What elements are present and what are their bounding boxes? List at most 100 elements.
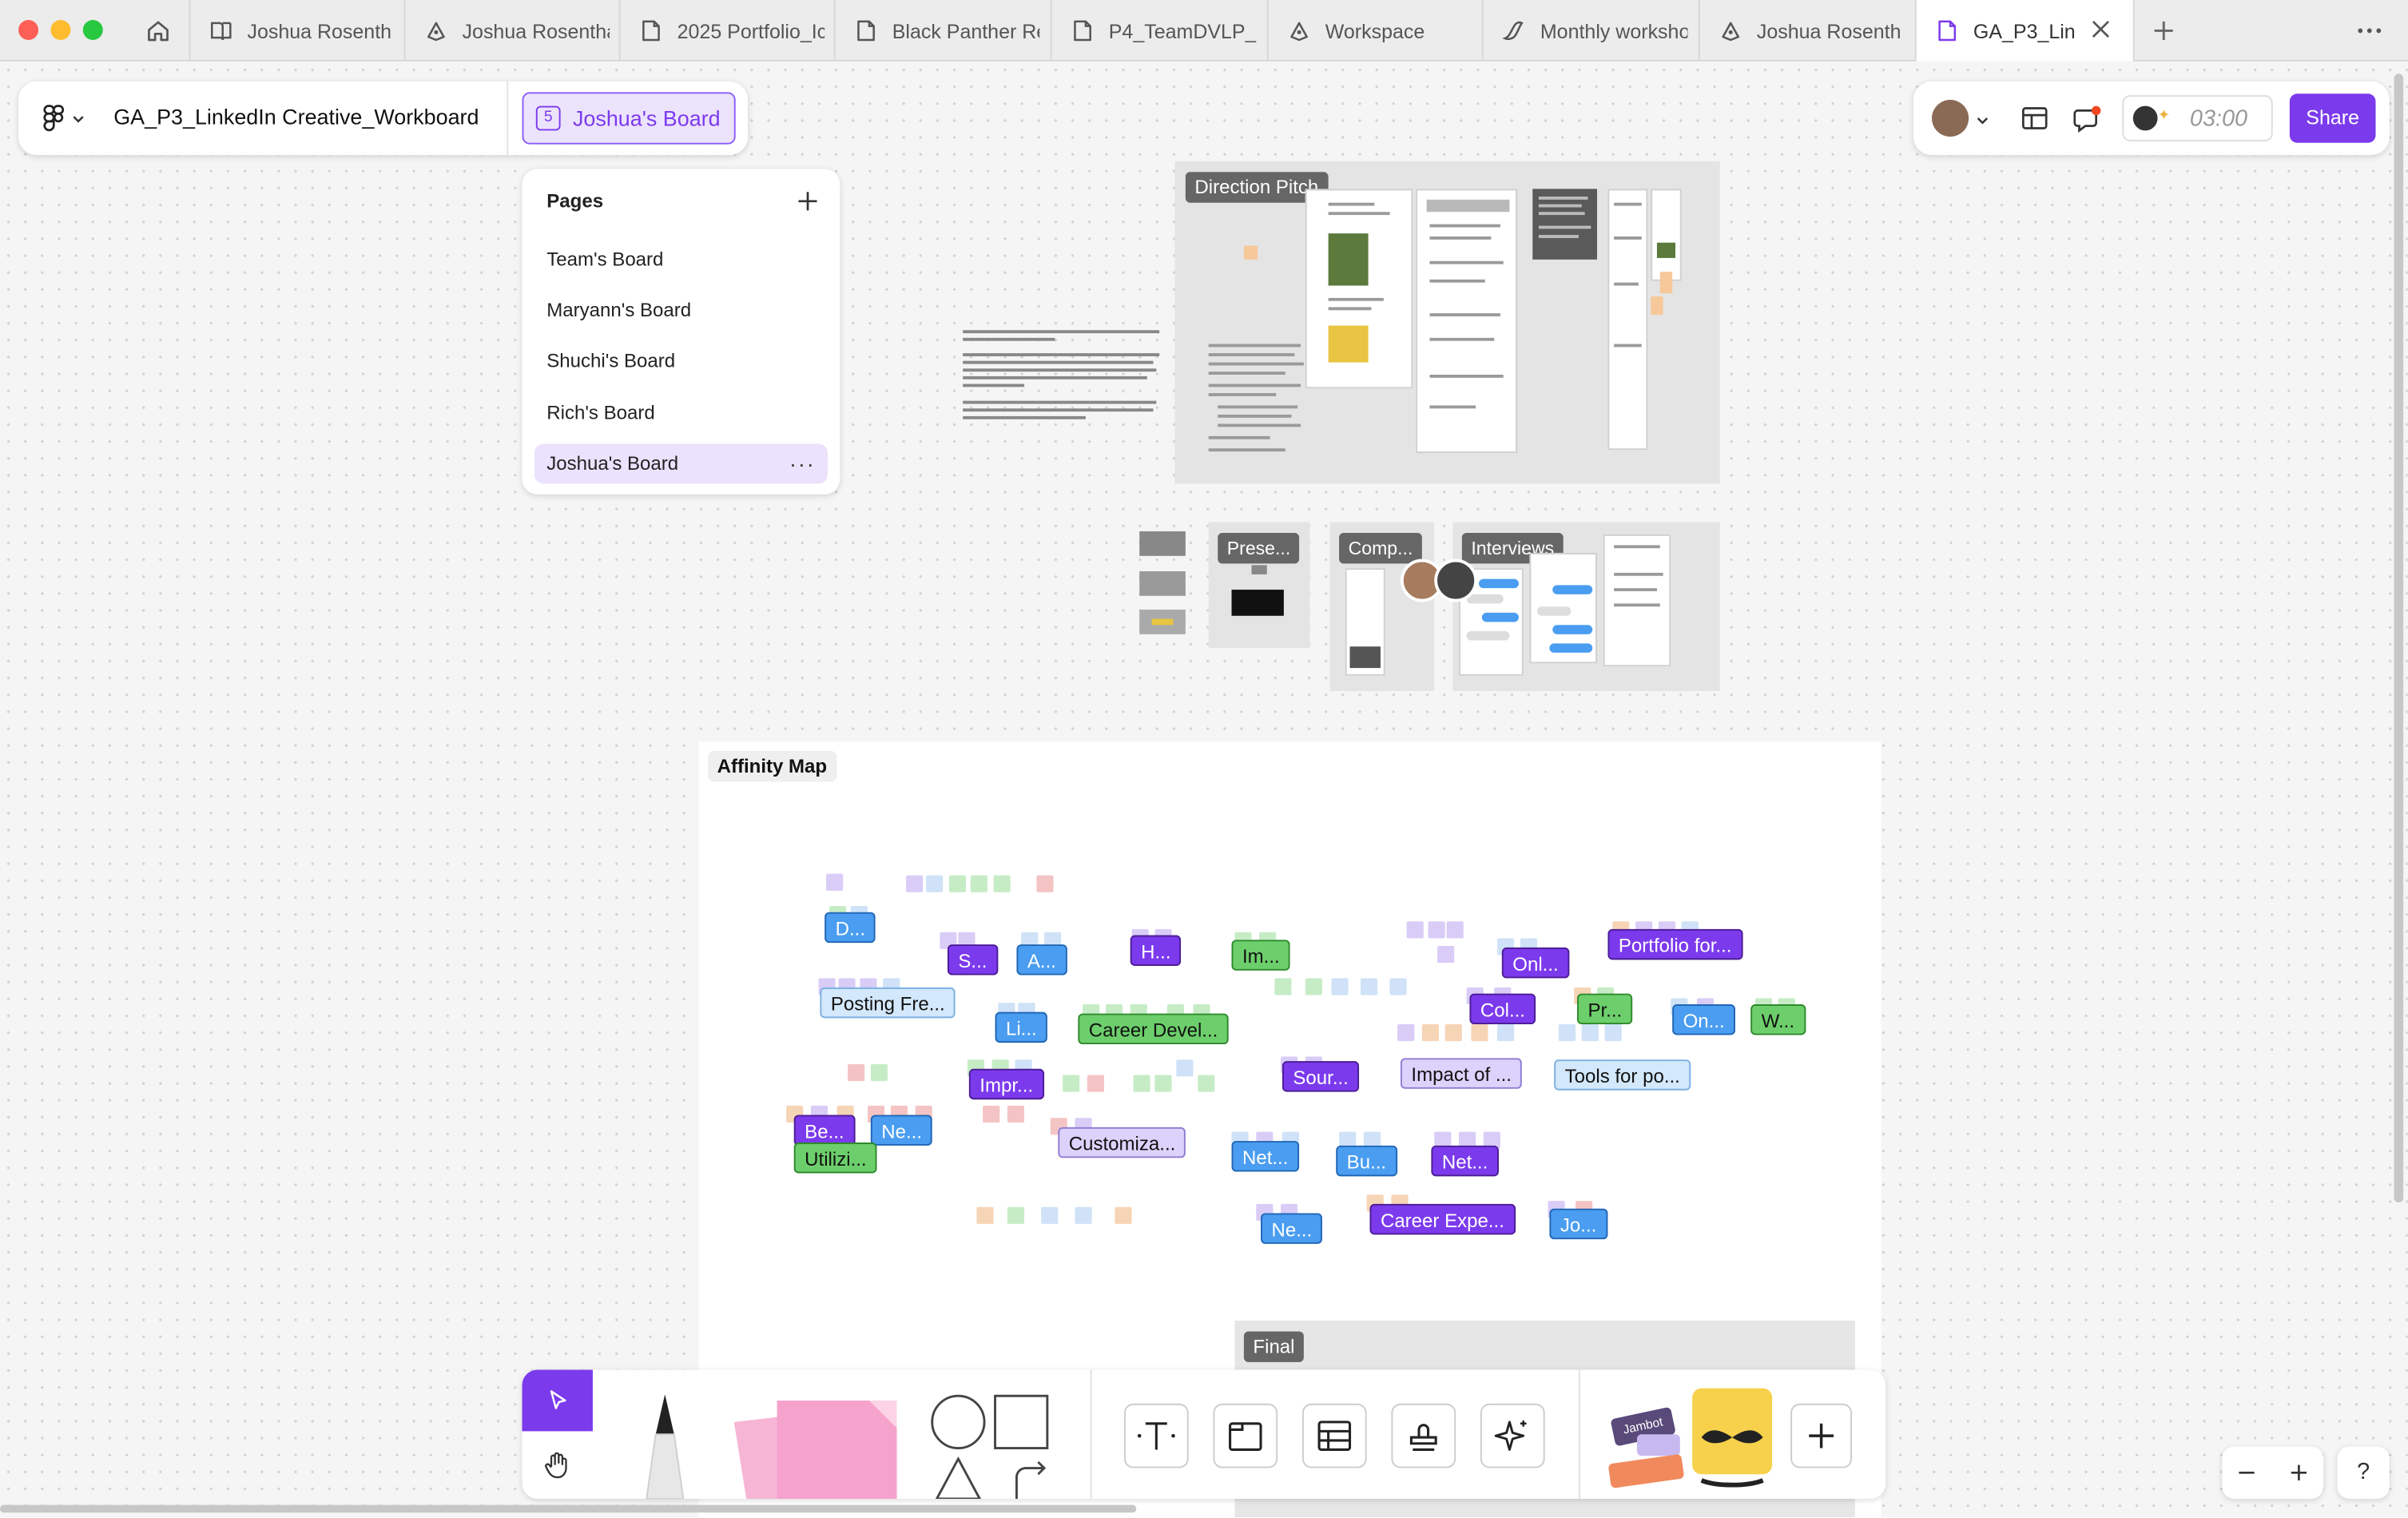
- screenshot-thumbnail[interactable]: [1416, 189, 1518, 454]
- sticky-note[interactable]: [1604, 1024, 1622, 1042]
- presentation-frame[interactable]: Prese...: [1208, 522, 1310, 649]
- zoom-out-button[interactable]: [2231, 1457, 2262, 1488]
- screenshot-thumbnail[interactable]: [1305, 189, 1413, 389]
- browser-tab[interactable]: Joshua Rosenth: [1700, 0, 1917, 62]
- sticky-note[interactable]: [1558, 1024, 1576, 1042]
- sticky-note[interactable]: [1331, 978, 1349, 995]
- sticky-note[interactable]: [1063, 1075, 1080, 1092]
- page-item-shuchi[interactable]: Shuchi's Board: [534, 341, 828, 381]
- marker-tool[interactable]: [626, 1391, 703, 1499]
- affinity-cluster-label[interactable]: Career Expe...: [1369, 1203, 1516, 1235]
- presentation-label[interactable]: Prese...: [1218, 532, 1300, 564]
- home-tab[interactable]: [126, 0, 191, 62]
- sticky-note[interactable]: [1421, 1024, 1440, 1042]
- timer-widget[interactable]: ✦ 03:00: [2122, 95, 2273, 141]
- affinity-cluster-label[interactable]: Be...: [793, 1115, 856, 1146]
- horizontal-scrollbar[interactable]: [0, 1504, 1137, 1513]
- affinity-cluster-label[interactable]: Portfolio for...: [1607, 928, 1742, 960]
- page-item-joshua[interactable]: Joshua's Board ···: [534, 443, 828, 484]
- zoom-in-button[interactable]: [2283, 1457, 2314, 1488]
- affinity-cluster-label[interactable]: W...: [1750, 1004, 1806, 1035]
- table-tool[interactable]: [1301, 1403, 1367, 1468]
- sticky-note[interactable]: [1007, 1206, 1025, 1224]
- feature-list-text[interactable]: [1206, 338, 1313, 476]
- affinity-cluster-label[interactable]: Career Devel...: [1078, 1013, 1229, 1045]
- pitch-notes-text[interactable]: [963, 327, 1162, 435]
- browser-tab[interactable]: 2025 Portfolio_Ic: [621, 0, 836, 62]
- affinity-cluster-label[interactable]: Net...: [1431, 1145, 1499, 1177]
- affinity-cluster-label[interactable]: Col...: [1469, 993, 1536, 1025]
- sticky-note[interactable]: [1115, 1206, 1132, 1224]
- layout-icon[interactable]: [2021, 105, 2048, 133]
- sticky-note[interactable]: [993, 875, 1011, 892]
- sticky-note[interactable]: [870, 1064, 888, 1082]
- sticky-note[interactable]: [1274, 978, 1292, 995]
- browser-tab[interactable]: Joshua Rosentha: [405, 0, 621, 62]
- sticky-note[interactable]: [1497, 1024, 1515, 1042]
- sticky-note[interactable]: [926, 875, 944, 892]
- screenshot-thumbnail[interactable]: [1345, 568, 1385, 676]
- browser-tab[interactable]: Workspace: [1269, 0, 1484, 62]
- video-thumbnail[interactable]: [1231, 590, 1284, 616]
- screenshot-thumbnail[interactable]: [1607, 189, 1648, 451]
- sticky-note[interactable]: [847, 1064, 865, 1082]
- sticky-note[interactable]: [1444, 1024, 1462, 1042]
- affinity-cluster-label[interactable]: Bu...: [1336, 1145, 1397, 1177]
- dark-note-card[interactable]: [1532, 189, 1597, 260]
- minimize-window-button[interactable]: [50, 19, 71, 40]
- help-button[interactable]: ?: [2337, 1446, 2390, 1499]
- sticky-note[interactable]: [1075, 1206, 1092, 1224]
- affinity-cluster-label[interactable]: Ne...: [870, 1115, 933, 1146]
- slide-thumbnail[interactable]: [1139, 571, 1186, 596]
- affinity-cluster-label[interactable]: D...: [825, 912, 876, 944]
- sticky-note[interactable]: [1446, 921, 1464, 939]
- direction-pitch-frame[interactable]: Direction Pitch: [1174, 161, 1720, 484]
- affinity-cluster-label[interactable]: A...: [1016, 944, 1067, 976]
- slide-thumbnail[interactable]: [1139, 531, 1186, 556]
- sticky-note[interactable]: [1243, 245, 1258, 260]
- select-tool[interactable]: [522, 1369, 593, 1432]
- competitive-frame[interactable]: Comp...: [1329, 522, 1435, 691]
- affinity-cluster-label[interactable]: On...: [1672, 1004, 1736, 1035]
- chat-screenshot[interactable]: [1603, 534, 1671, 667]
- ai-tool[interactable]: [1480, 1403, 1545, 1468]
- affinity-cluster-label[interactable]: Im...: [1231, 940, 1291, 971]
- sticky-note[interactable]: [826, 873, 844, 891]
- affinity-cluster-label[interactable]: Jo...: [1549, 1208, 1607, 1240]
- sticky-note[interactable]: [1041, 1206, 1059, 1224]
- sticky-note[interactable]: [976, 1206, 994, 1224]
- affinity-cluster-label[interactable]: Utilizi...: [793, 1142, 878, 1174]
- affinity-cluster-label[interactable]: Net...: [1231, 1141, 1299, 1172]
- page-item-rich[interactable]: Rich's Board: [534, 393, 828, 433]
- shapes-tool[interactable]: [928, 1391, 1054, 1499]
- affinity-cluster-label[interactable]: Customiza...: [1058, 1127, 1186, 1158]
- sticky-note[interactable]: [1007, 1105, 1025, 1123]
- sticky-note[interactable]: [970, 875, 987, 892]
- affinity-cluster-label[interactable]: Li...: [995, 1011, 1048, 1043]
- add-page-button[interactable]: [796, 189, 821, 213]
- affinity-cluster-label[interactable]: Sour...: [1281, 1061, 1360, 1092]
- sticky-note[interactable]: [1428, 921, 1445, 939]
- sticky-note[interactable]: [1471, 1024, 1488, 1042]
- sticky-note[interactable]: [983, 1105, 1000, 1123]
- sticky-note[interactable]: [1305, 978, 1322, 995]
- file-name[interactable]: GA_P3_LinkedIn Creative_Workboard: [113, 105, 479, 129]
- page-item-team[interactable]: Team's Board: [534, 240, 828, 280]
- sticky-note[interactable]: [906, 875, 924, 892]
- vertical-scrollbar[interactable]: [2394, 74, 2404, 1203]
- page-switcher-button[interactable]: 5 Joshua's Board: [522, 92, 736, 145]
- close-window-button[interactable]: [18, 19, 39, 40]
- browser-tab[interactable]: Monthly worksho: [1484, 0, 1700, 62]
- more-menu-button[interactable]: [2354, 17, 2385, 45]
- affinity-cluster-label[interactable]: Tools for po...: [1554, 1059, 1691, 1091]
- affinity-cluster-label[interactable]: H...: [1130, 935, 1182, 967]
- section-tool[interactable]: [1213, 1403, 1278, 1468]
- sticky-note[interactable]: [1389, 978, 1407, 995]
- chat-screenshot[interactable]: [1529, 552, 1597, 664]
- sticky-note-tool[interactable]: [733, 1391, 906, 1499]
- hand-tool[interactable]: [523, 1434, 593, 1496]
- sticky-note[interactable]: [1154, 1075, 1172, 1092]
- affinity-cluster-label[interactable]: Impr...: [968, 1068, 1044, 1100]
- text-tool[interactable]: [1123, 1403, 1189, 1468]
- browser-tab[interactable]: GA_P3_Linke: [1916, 0, 2135, 62]
